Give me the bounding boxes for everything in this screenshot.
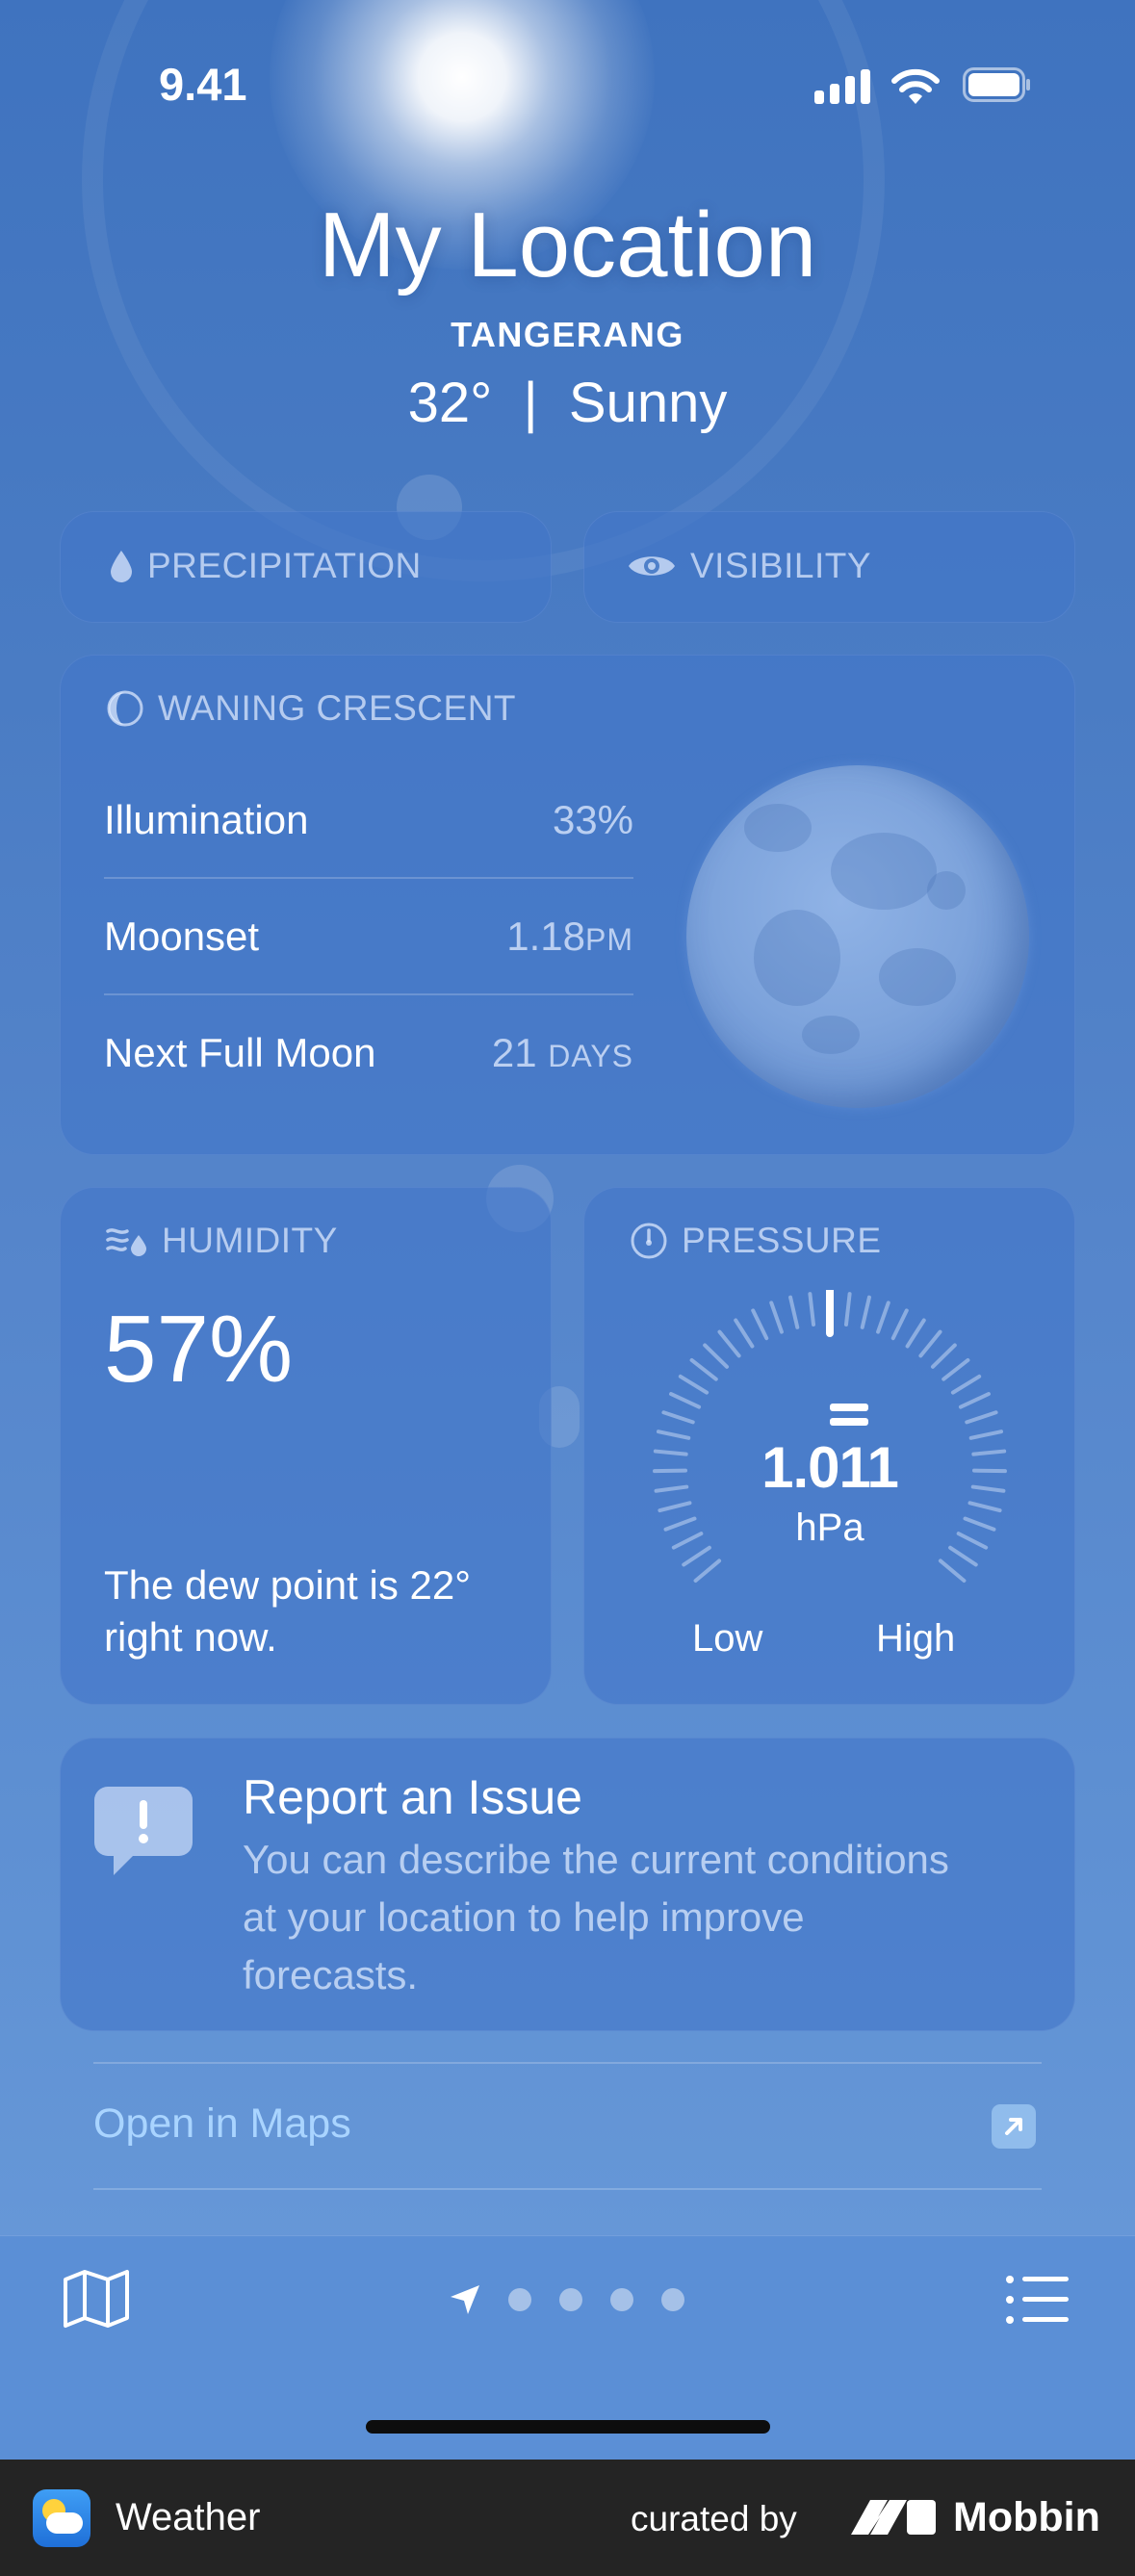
gauge-tick (905, 1318, 926, 1349)
humidity-icon (106, 1228, 146, 1256)
pressure-value: 1.011 (761, 1435, 899, 1500)
pressure-title: PRESSURE (682, 1221, 882, 1260)
moon-image (686, 765, 1029, 1108)
pressure-low-label: Low (692, 1617, 763, 1660)
gauge-tick (965, 1410, 998, 1425)
pressure-high-label: High (876, 1617, 956, 1660)
open-in-maps-link[interactable]: Open in Maps (93, 2100, 351, 2148)
divider (93, 2188, 1042, 2190)
page-dot[interactable] (610, 2288, 633, 2311)
external-link-icon[interactable] (992, 2104, 1036, 2149)
gauge-tick (860, 1295, 871, 1329)
gauge-tick (751, 1308, 769, 1341)
gauge-tick (788, 1295, 800, 1329)
moon-phase-title: WANING CRESCENT (158, 688, 517, 728)
page-dot[interactable] (559, 2288, 582, 2311)
moon-row-value: 1.18PM (506, 914, 633, 959)
moon-row-label: Moonset (104, 914, 260, 959)
location-arrow-icon[interactable] (449, 2283, 481, 2316)
moon-row-value: 33% (552, 797, 633, 842)
gauge-tick (890, 1308, 909, 1341)
home-indicator[interactable] (366, 2420, 770, 2434)
gauge-tick (918, 1329, 942, 1358)
report-title: Report an Issue (243, 1770, 582, 1824)
dew-point-text: The dew point is 22° right now. (104, 1562, 472, 1660)
map-icon[interactable] (62, 2268, 131, 2330)
wifi-icon (891, 68, 940, 104)
moon-phase-icon (107, 690, 143, 727)
list-icon[interactable] (1005, 2274, 1071, 2326)
raindrop-icon (111, 551, 132, 582)
gauge-icon (631, 1223, 667, 1259)
battery-icon (963, 67, 1030, 102)
gauge-tick (942, 1357, 970, 1381)
app-name: Weather (116, 2496, 261, 2538)
visibility-card[interactable]: VISIBILITY (583, 511, 1075, 623)
divider: | (507, 372, 554, 434)
gauge-tick (769, 1301, 784, 1334)
gauge-tick (930, 1343, 957, 1369)
mobbin-logo-icon (851, 2500, 936, 2535)
status-time: 9.41 (159, 59, 247, 110)
gauge-tick (678, 1374, 709, 1395)
humidity-value: 57% (104, 1296, 294, 1402)
city-name: TANGERANG (451, 315, 684, 354)
gauge-tick (938, 1558, 967, 1583)
gauge-tick (717, 1329, 741, 1358)
humidity-title: HUMIDITY (162, 1221, 338, 1260)
gauge-tick (703, 1343, 730, 1369)
gauge-tick (682, 1545, 711, 1567)
gauge-tick (948, 1545, 978, 1567)
visibility-title: VISIBILITY (690, 546, 872, 585)
precipitation-card[interactable]: PRECIPITATION (60, 511, 552, 623)
precipitation-title: PRECIPITATION (147, 546, 422, 585)
report-description: You can describe the current conditions … (243, 1837, 949, 1997)
moon-row-moonset: Moonset 1.18PM (104, 879, 633, 994)
cellular-signal-icon (814, 65, 872, 104)
gauge-tick (843, 1292, 852, 1327)
location-title: My Location (318, 193, 817, 296)
gauge-tick (693, 1558, 722, 1583)
moon-row-illumination: Illumination 33% (104, 762, 633, 878)
condition-text: Sunny (568, 372, 728, 434)
page-dot[interactable] (661, 2288, 684, 2311)
weather-app-icon (33, 2489, 90, 2547)
divider (93, 2062, 1042, 2064)
current-temperature: 32° (407, 372, 493, 434)
status-bar: 9.41 (0, 0, 1135, 164)
pressure-unit: hPa (795, 1507, 864, 1549)
moon-row-next-full-moon: Next Full Moon 21 DAYS (104, 995, 633, 1111)
page-dot[interactable] (508, 2288, 531, 2311)
gauge-tick (958, 1392, 991, 1409)
mobbin-brand: Mobbin (953, 2494, 1100, 2540)
current-conditions: 32° | Sunny (0, 371, 1135, 435)
moon-row-label: Next Full Moon (104, 1030, 376, 1075)
eye-icon (629, 556, 675, 576)
gauge-tick (950, 1374, 982, 1395)
gauge-tick (661, 1410, 695, 1425)
gauge-tick (734, 1318, 755, 1349)
gauge-tick (808, 1292, 816, 1327)
report-bubble-icon (94, 1787, 193, 1875)
curated-by-text: curated by (631, 2499, 797, 2538)
gauge-tick (689, 1357, 718, 1381)
moon-row-label: Illumination (104, 797, 309, 842)
gauge-tick (876, 1301, 890, 1334)
weather-screen: 9.41 My Location TANGERANG 32° | Sunny P… (0, 0, 1135, 2460)
moon-row-value: 21 DAYS (491, 1030, 633, 1075)
pressure-steady-icon (830, 1404, 868, 1430)
gauge-tick (669, 1392, 702, 1409)
